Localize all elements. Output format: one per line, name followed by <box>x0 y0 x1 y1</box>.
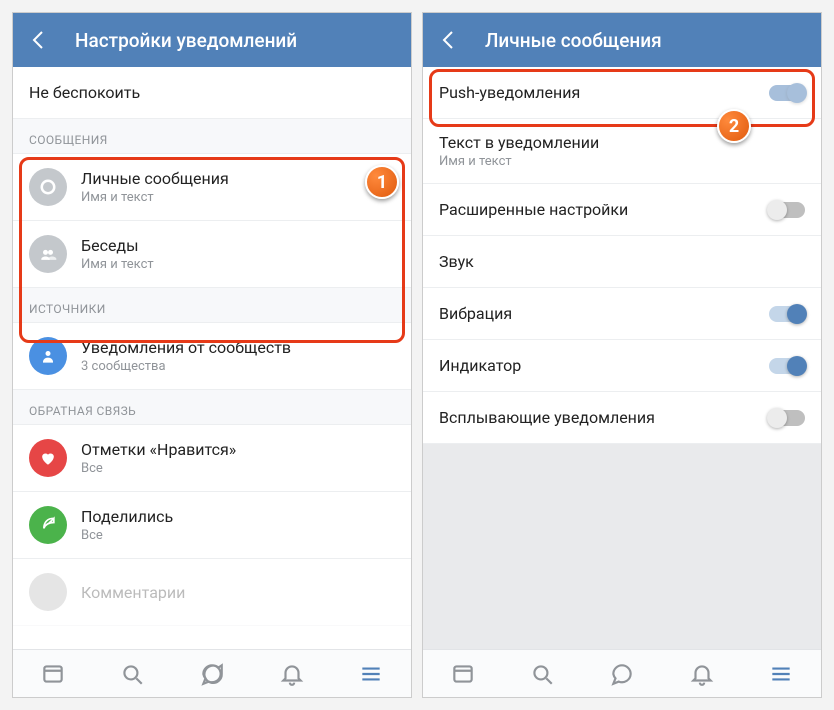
row-advanced[interactable]: Расширенные настройки <box>423 184 821 236</box>
community-icon <box>29 337 67 375</box>
likes-title: Отметки «Нравится» <box>81 440 395 459</box>
comments-title: Комментарии <box>81 583 395 602</box>
callout-2: 2 <box>717 109 751 143</box>
row-chats[interactable]: Беседы Имя и текст <box>13 221 411 288</box>
communities-title: Уведомления от сообществ <box>81 338 395 357</box>
nav-search-icon[interactable] <box>119 661 145 687</box>
empty-area <box>423 444 821 649</box>
toggle-vibration[interactable] <box>769 306 805 322</box>
popup-label: Всплывающие уведомления <box>439 408 769 427</box>
nav-news-icon[interactable] <box>40 661 66 687</box>
group-icon <box>29 235 67 273</box>
section-messages: СООБЩЕНИЯ <box>13 119 411 154</box>
header-right: Личные сообщения <box>423 13 821 67</box>
pm-title: Личные сообщения <box>81 169 395 188</box>
phone-left: Настройки уведомлений Не беспокоить СООБ… <box>12 12 412 698</box>
nav-notifications-icon[interactable] <box>279 661 305 687</box>
nav-notifications-icon[interactable] <box>689 661 715 687</box>
shares-sub: Все <box>81 528 395 543</box>
content-right: Push-уведомления Текст в уведомлении Имя… <box>423 67 821 649</box>
do-not-disturb-label: Не беспокоить <box>29 83 140 102</box>
row-indicator[interactable]: Индикатор <box>423 340 821 392</box>
row-personal-messages[interactable]: Личные сообщения Имя и текст <box>13 154 411 221</box>
nav-menu-icon[interactable] <box>358 661 384 687</box>
section-feedback: ОБРАТНАЯ СВЯЗЬ <box>13 390 411 425</box>
toggle-popup[interactable] <box>769 410 805 426</box>
nav-menu-icon[interactable] <box>768 661 794 687</box>
nav-messages-icon[interactable] <box>609 661 635 687</box>
indicator-label: Индикатор <box>439 356 769 375</box>
nav-messages-icon[interactable] <box>199 661 225 687</box>
content-left: Не беспокоить СООБЩЕНИЯ Личные сообщения… <box>13 67 411 649</box>
header-title-right: Личные сообщения <box>485 29 662 52</box>
header-left: Настройки уведомлений <box>13 13 411 67</box>
nav-search-icon[interactable] <box>529 661 555 687</box>
row-popup[interactable]: Всплывающие уведомления <box>423 392 821 444</box>
chat-bubble-icon <box>29 168 67 206</box>
row-communities[interactable]: Уведомления от сообществ 3 сообщества <box>13 323 411 390</box>
chats-title: Беседы <box>81 236 395 255</box>
communities-sub: 3 сообщества <box>81 359 395 374</box>
toggle-indicator[interactable] <box>769 358 805 374</box>
advanced-label: Расширенные настройки <box>439 200 769 219</box>
row-comments[interactable]: Комментарии <box>13 559 411 626</box>
likes-sub: Все <box>81 461 395 476</box>
toggle-push[interactable] <box>769 85 805 101</box>
heart-icon <box>29 439 67 477</box>
back-icon[interactable] <box>27 28 51 52</box>
vibration-label: Вибрация <box>439 304 769 323</box>
sound-label: Звук <box>439 252 805 271</box>
textnotif-sub: Имя и текст <box>439 154 805 169</box>
row-vibration[interactable]: Вибрация <box>423 288 821 340</box>
row-likes[interactable]: Отметки «Нравится» Все <box>13 425 411 492</box>
shares-title: Поделились <box>81 507 395 526</box>
nav-news-icon[interactable] <box>450 661 476 687</box>
section-sources: ИСТОЧНИКИ <box>13 288 411 323</box>
toggle-advanced[interactable] <box>769 202 805 218</box>
row-text-in-notif[interactable]: Текст в уведомлении Имя и текст <box>423 119 821 184</box>
bottom-nav-left <box>13 649 411 697</box>
back-icon[interactable] <box>437 28 461 52</box>
push-label: Push-уведомления <box>439 83 769 102</box>
row-push[interactable]: Push-уведомления <box>423 67 821 119</box>
row-shares[interactable]: Поделились Все <box>13 492 411 559</box>
share-icon <box>29 506 67 544</box>
header-title-left: Настройки уведомлений <box>75 29 297 52</box>
bottom-nav-right <box>423 649 821 697</box>
pm-sub: Имя и текст <box>81 190 395 205</box>
comment-icon <box>29 573 67 611</box>
textnotif-title: Текст в уведомлении <box>439 133 805 152</box>
phone-right: Личные сообщения Push-уведомления Текст … <box>422 12 822 698</box>
chats-sub: Имя и текст <box>81 257 395 272</box>
do-not-disturb-row[interactable]: Не беспокоить <box>13 67 411 119</box>
row-sound[interactable]: Звук <box>423 236 821 288</box>
callout-1: 1 <box>365 165 399 199</box>
